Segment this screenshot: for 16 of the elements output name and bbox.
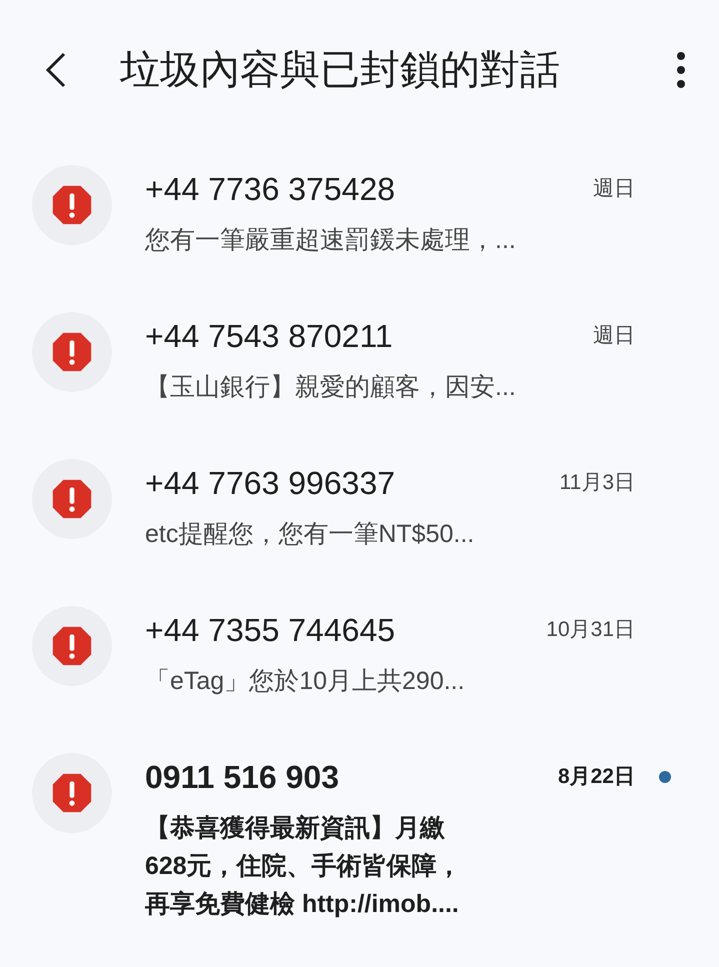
message-time: 10月31日 bbox=[546, 617, 635, 644]
message-preview: 您有一筆嚴重超速罰鍰未處理，... bbox=[145, 225, 517, 256]
sender-number: +44 7543 870211 bbox=[145, 317, 394, 356]
sender-number: +44 7763 996337 bbox=[145, 464, 396, 503]
message-time: 週日 bbox=[593, 176, 635, 202]
page-title: 垃圾內容與已封鎖的對話 bbox=[120, 47, 561, 94]
message-time: 11月3日 bbox=[560, 470, 635, 496]
message-preview: etc提醒您，您有一筆NT$50... bbox=[145, 519, 476, 550]
sender-number: +44 7355 744645 bbox=[145, 611, 396, 650]
message-preview: 【玉山銀行】親愛的顧客，因安... bbox=[145, 372, 517, 403]
sender-number: 0911 516 903 bbox=[145, 758, 340, 797]
message-time: 週日 bbox=[593, 323, 635, 350]
message-preview: 「eTag」您於10月上共290... bbox=[145, 666, 466, 697]
message-time: 8月22日 bbox=[558, 764, 635, 790]
message-preview: 【恭喜獲得最新資訊】月繳628元，住院、手術皆保障，再享免費健檢 http://imob.... bbox=[145, 813, 463, 920]
sender-number: +44 7736 375428 bbox=[145, 170, 396, 209]
